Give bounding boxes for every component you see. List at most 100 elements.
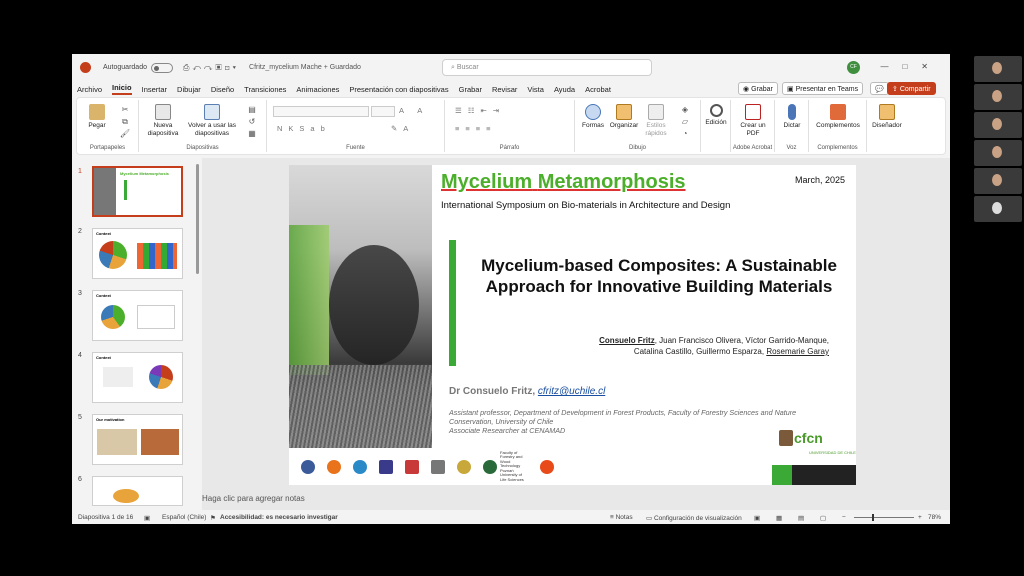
list-buttons[interactable]: ☰☷⇤⇥ — [455, 106, 505, 115]
slide-thumbnail-4[interactable]: Context — [92, 352, 183, 403]
dictate-button[interactable]: Dictar — [778, 104, 806, 130]
autosave-label: Autoguardado — [103, 64, 147, 71]
arrange-label: Organizar — [609, 122, 639, 129]
participant-tile[interactable] — [974, 56, 1022, 82]
window-controls[interactable]: —□✕ — [880, 62, 942, 71]
font-size-select[interactable] — [371, 106, 395, 117]
font-color-buttons[interactable]: ✎A — [391, 124, 414, 133]
tab-acrobat[interactable]: Acrobat — [585, 85, 611, 94]
shapes-button[interactable]: Formas — [579, 104, 607, 130]
participant-avatar — [992, 118, 1002, 130]
participant-tile[interactable] — [974, 168, 1022, 194]
authors-line-2: Catalina Castillo, Guillermo Esparza, — [633, 347, 767, 356]
fill-outline-buttons[interactable]: ◈ ▱ ◔ — [675, 104, 695, 140]
user-avatar[interactable]: CF — [847, 61, 860, 74]
clipboard-small-buttons[interactable]: ✂ ⧉ 🖌 — [115, 104, 135, 140]
comment-button[interactable]: 💬 — [870, 82, 889, 95]
view-settings-button[interactable]: ▭ Configuración de visualización — [646, 514, 742, 522]
font-format-buttons[interactable]: NKSab — [277, 124, 331, 133]
document-filename[interactable]: Cfritz_mycelium Mache + Guardado — [249, 64, 361, 71]
logo-1-icon — [301, 459, 315, 474]
zoom-in-button[interactable]: + — [918, 514, 922, 521]
slide-thumbnail-5[interactable]: Our motivation — [92, 414, 183, 465]
logo-7-icon — [457, 459, 471, 474]
tab-revisar[interactable]: Revisar — [492, 85, 517, 94]
participant-tile[interactable] — [974, 140, 1022, 166]
present-teams-button[interactable]: ▣ Presentar en Teams — [782, 82, 864, 95]
participant-avatar — [992, 174, 1002, 186]
tab-dibujar[interactable]: Dibujar — [177, 85, 201, 94]
powerpoint-logo-icon — [80, 62, 91, 73]
create-pdf-button[interactable]: Crear un PDF — [735, 104, 771, 138]
font-grow-shrink-buttons[interactable]: A A — [399, 106, 428, 115]
symposium-subtitle: International Symposium on Bio-materials… — [441, 200, 731, 211]
language-status[interactable]: Español (Chile) — [162, 514, 206, 521]
record-button[interactable]: ◉ Grabar — [738, 82, 778, 95]
logo-3-icon — [353, 459, 367, 474]
paste-button[interactable]: Pegar — [81, 104, 113, 130]
tab-grabar[interactable]: Grabar — [459, 85, 482, 94]
tab-ayuda[interactable]: Ayuda — [554, 85, 575, 94]
tab-diseno[interactable]: Diseño — [211, 85, 234, 94]
reading-view-icon[interactable]: ▤ — [798, 514, 804, 522]
new-slide-button[interactable]: Nueva diapositiva — [143, 104, 183, 138]
proofing-icon[interactable]: ▣ — [144, 514, 150, 522]
autosave-toggle[interactable] — [150, 62, 173, 73]
participant-avatar — [992, 202, 1002, 214]
logo-4-icon — [379, 459, 393, 474]
slide-thumbnail-3[interactable]: Context — [92, 290, 183, 341]
layout-buttons[interactable]: ▤ ↺ ▦ — [243, 104, 261, 140]
participant-tile[interactable] — [974, 112, 1022, 138]
accessibility-status[interactable]: Accesibilidad: es necesario investigar — [220, 514, 338, 521]
tab-insertar[interactable]: Insertar — [142, 85, 167, 94]
slide-canvas[interactable]: Mycelium Metamorphosis March, 2025 Inter… — [289, 165, 856, 485]
notes-button[interactable]: ≡ Notas — [610, 514, 633, 521]
share-button[interactable]: ⇪ Compartir — [887, 82, 936, 95]
sorter-view-icon[interactable]: ▦ — [776, 514, 782, 522]
quick-access-toolbar[interactable]: ⎙↶↷▣⊡▾ — [183, 63, 239, 73]
tab-presentacion[interactable]: Presentación con diapositivas — [349, 85, 448, 94]
logo-2-icon — [327, 459, 341, 474]
group-label-adobe: Adobe Acrobat — [732, 145, 773, 151]
tab-archivo[interactable]: Archivo — [77, 85, 102, 94]
slide-date: March, 2025 — [795, 175, 846, 185]
slide-thumbnail-2[interactable]: Context — [92, 228, 183, 279]
tab-animaciones[interactable]: Animaciones — [296, 85, 339, 94]
quick-styles-button[interactable]: Estilos rápidos — [641, 104, 671, 138]
shapes-label: Formas — [581, 122, 605, 129]
authors-line-1: , Juan Francisco Olivera, Víctor Garrido… — [654, 336, 829, 345]
tab-inicio[interactable]: Inicio — [112, 83, 132, 95]
slideshow-view-icon[interactable]: ▢ — [820, 514, 826, 522]
search-input[interactable]: ⌕ Buscar — [442, 59, 652, 76]
search-placeholder: Buscar — [456, 64, 479, 71]
thumbnails-scrollbar[interactable] — [196, 164, 199, 274]
zoom-level[interactable]: 78% — [928, 514, 941, 521]
designer-button[interactable]: Diseñador — [869, 104, 905, 130]
participant-tile[interactable] — [974, 196, 1022, 222]
tab-transiciones[interactable]: Transiciones — [244, 85, 286, 94]
font-family-select[interactable] — [273, 106, 369, 117]
zoom-out-button[interactable]: − — [842, 514, 846, 521]
presenter-affiliation: Assistant professor, Department of Devel… — [449, 408, 797, 435]
slide-thumbnail-1[interactable]: Mycelium Metamorphosis — [92, 166, 183, 217]
tab-vista[interactable]: Vista — [527, 85, 544, 94]
alignment-buttons[interactable]: ≡≡≡≡ — [455, 124, 497, 133]
zoom-slider[interactable] — [854, 517, 914, 518]
addins-button[interactable]: Complementos — [812, 104, 864, 130]
notes-placeholder[interactable]: Haga clic para agregar notas — [202, 494, 305, 503]
cfcn-logo: cfcn — [794, 430, 823, 446]
photo-tree — [329, 245, 419, 365]
presenter-email-link[interactable]: cfritz@uchile.cl — [538, 386, 605, 397]
slide-thumbnail-6[interactable] — [92, 476, 183, 506]
normal-view-icon[interactable]: ▣ — [754, 514, 760, 522]
new-slide-icon — [155, 104, 171, 120]
arrange-button[interactable]: Organizar — [609, 104, 639, 130]
participant-tile[interactable] — [974, 84, 1022, 110]
slide-title: Mycelium Metamorphosis — [441, 171, 686, 194]
edit-button[interactable]: Edición — [703, 104, 729, 127]
zoom-slider-handle[interactable] — [872, 514, 874, 521]
addins-icon — [830, 104, 846, 120]
thumb-chart — [137, 305, 175, 329]
group-adobe: Crear un PDF Adobe Acrobat — [731, 100, 775, 152]
reuse-slides-button[interactable]: Volver a usar las diapositivas — [187, 104, 237, 138]
